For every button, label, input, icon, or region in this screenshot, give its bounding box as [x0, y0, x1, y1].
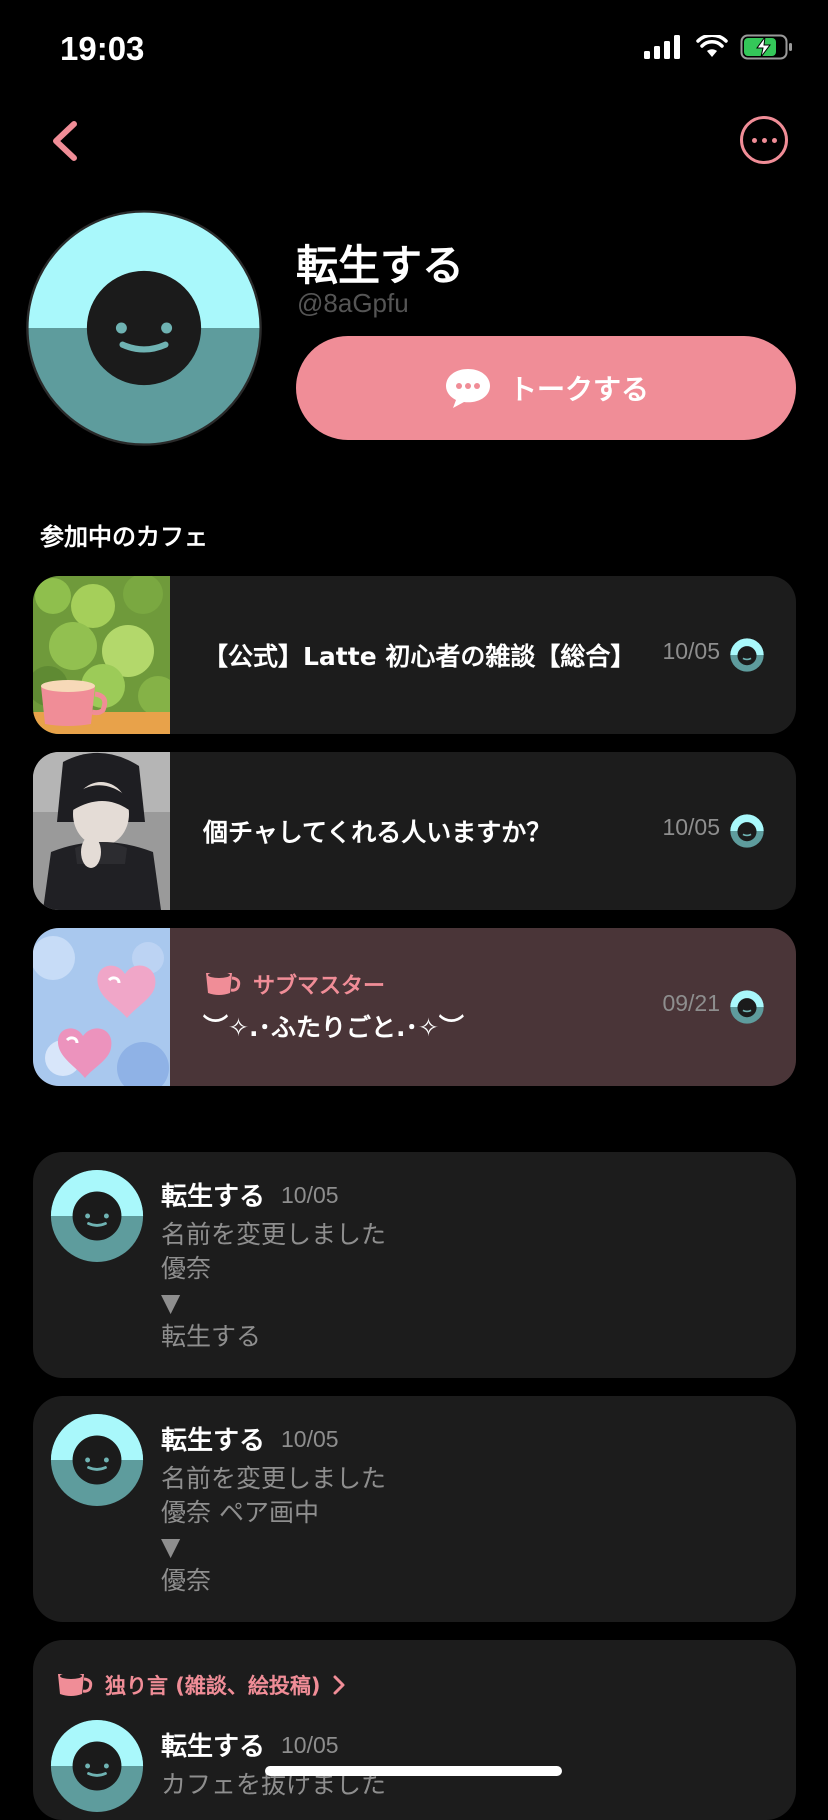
activity-card[interactable]: 転生する 10/05 名前を変更しました 優奈 ペア画中 ▼ 優奈: [33, 1396, 796, 1622]
post-line: 優奈: [161, 1254, 212, 1283]
post-line: 名前を変更しました: [161, 1220, 387, 1249]
cafe-role: サブマスター: [203, 968, 385, 1000]
cafe-title: ︶✧.･ふたりごと.･✧︶: [203, 1013, 464, 1042]
cafe-card-futarigoto[interactable]: サブマスター ︶✧.･ふたりごと.･✧︶ 09/21: [33, 928, 796, 1086]
post-body: 名前を変更しました 優奈 ▼ 転生する: [161, 1218, 386, 1354]
avatar: [50, 1719, 144, 1813]
activity-card[interactable]: 転生する 10/05 名前を変更しました 優奈 ▼ 転生する: [33, 1152, 796, 1378]
post-line: ▼: [161, 1288, 181, 1317]
battery-icon: [740, 34, 792, 60]
cafe-card-kocha[interactable]: 個チャしてくれる人いますか？ 10/05: [33, 752, 796, 910]
post-date: 10/05: [281, 1182, 339, 1208]
status-icons: [644, 34, 794, 60]
post-line: 優奈 ペア画中: [161, 1498, 319, 1527]
post-line: 転生する: [161, 1322, 262, 1351]
talk-button-label: トークする: [508, 373, 649, 406]
cafe-thumbnail: [33, 928, 170, 1086]
post-date: 10/05: [281, 1732, 339, 1758]
cafe-thumbnail: [33, 752, 170, 910]
post-line: ▼: [161, 1532, 181, 1561]
cafe-thumbnail: [33, 576, 170, 734]
cafe-card-latte-official[interactable]: 【公式】Latte 初心者の雑談【総合】 10/05: [33, 576, 796, 734]
profile-handle: @8aGpfu: [297, 288, 409, 318]
post-author: 転生する: [161, 1732, 266, 1762]
avatar: [50, 1413, 144, 1507]
cup-icon: [206, 972, 241, 995]
avatar: [26, 210, 262, 446]
signal-icon: [644, 35, 680, 59]
post-author: 転生する: [161, 1182, 266, 1212]
member-avatar-icon: [730, 990, 764, 1024]
cafe-title: 【公式】Latte 初心者の雑談【総合】: [203, 642, 636, 671]
post-date: 10/05: [281, 1426, 339, 1452]
talk-button[interactable]: トークする: [296, 336, 796, 440]
chevron-right-icon: [333, 1675, 345, 1695]
cafes-section-title: 参加中のカフェ: [40, 523, 208, 551]
activity-card[interactable]: 独り言 (雑談、絵投稿) 転生する 10/05 カフェを抜けました: [33, 1640, 796, 1820]
back-chevron-icon[interactable]: [46, 118, 86, 164]
cafe-date: 10/05: [662, 814, 720, 840]
cup-icon: [58, 1673, 93, 1696]
wifi-icon: [696, 35, 728, 57]
post-author: 転生する: [161, 1426, 266, 1456]
post-line: 名前を変更しました: [161, 1464, 387, 1493]
cafe-role-label: サブマスター: [253, 974, 386, 999]
avatar: [50, 1169, 144, 1263]
cafe-title: 個チャしてくれる人いますか？: [203, 818, 552, 847]
post-body: 名前を変更しました 優奈 ペア画中 ▼ 優奈: [161, 1462, 386, 1598]
cafe-date: 09/21: [662, 990, 720, 1016]
more-options-icon[interactable]: [740, 116, 788, 164]
cafe-date: 10/05: [662, 638, 720, 664]
home-indicator[interactable]: [265, 1766, 562, 1776]
member-avatar-icon: [730, 814, 764, 848]
member-avatar-icon: [730, 638, 764, 672]
status-time: 19:03: [60, 30, 145, 67]
channel-label: 独り言 (雑談、絵投稿): [105, 1674, 321, 1698]
chat-bubble-icon: [445, 369, 490, 408]
profile-name: 転生する: [296, 241, 465, 290]
post-line: 優奈: [161, 1566, 212, 1595]
channel-link[interactable]: 独り言 (雑談、絵投稿): [55, 1670, 347, 1700]
